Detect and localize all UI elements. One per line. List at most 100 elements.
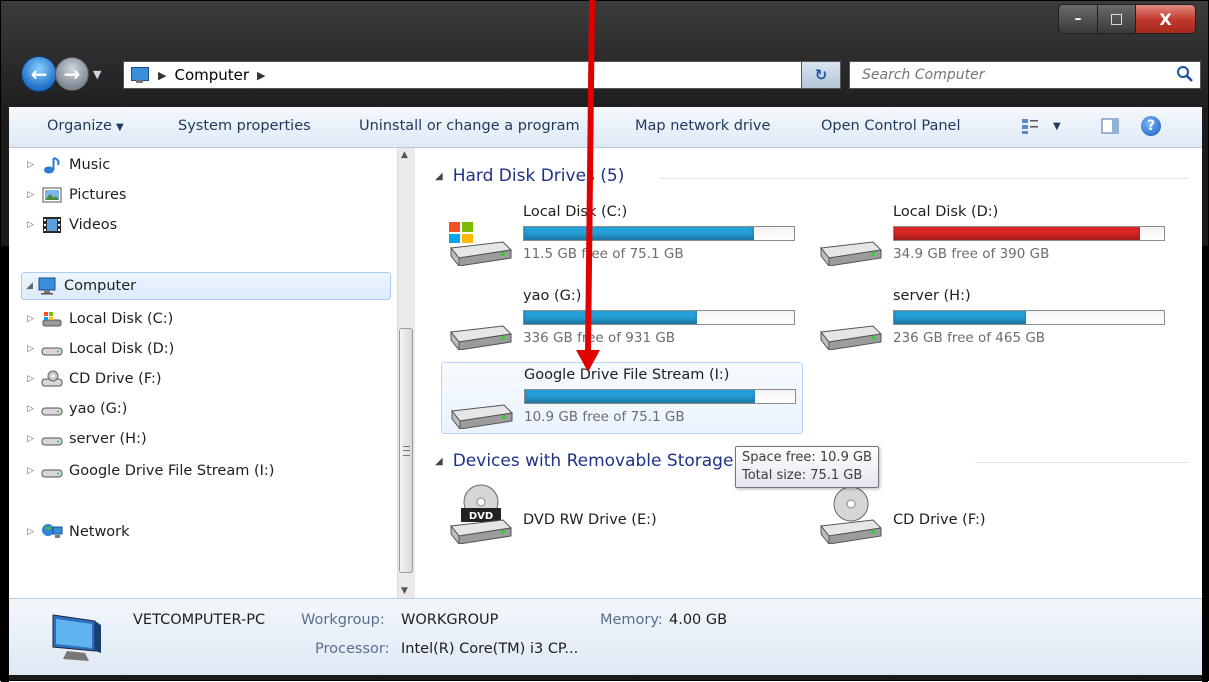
collapse-icon[interactable]: ◢: [435, 171, 443, 182]
cd-drive-icon: [41, 370, 63, 387]
scroll-up-arrow-icon[interactable]: ▲: [401, 150, 408, 160]
organize-menu[interactable]: Organize ▼: [47, 118, 124, 134]
removable-storage-header[interactable]: ◢ Devices with Removable Storage (2): [435, 451, 763, 471]
forward-button[interactable]: →: [55, 57, 89, 91]
sidebar-item-local-disk-d[interactable]: ▷ Local Disk (D:): [27, 338, 174, 360]
sidebar-item-pictures[interactable]: ▷ Pictures: [27, 184, 126, 206]
sidebar-item-cd-drive-f[interactable]: ▷ CD Drive (F:): [27, 368, 162, 390]
drive-free-space: 11.5 GB free of 75.1 GB: [523, 246, 684, 262]
drive-icon: [41, 469, 63, 478]
scrollbar-thumb[interactable]: [399, 328, 413, 573]
expand-icon[interactable]: ▷: [27, 434, 41, 444]
drive-name: server (H:): [893, 288, 971, 304]
drive-name: CD Drive (F:): [893, 512, 986, 528]
drive-tile-local-disk-d[interactable]: Local Disk (D:) 34.9 GB free of 390 GB: [811, 200, 1173, 272]
sidebar-item-videos[interactable]: ▷ Videos: [27, 214, 117, 236]
open-control-panel-button[interactable]: Open Control Panel: [821, 118, 960, 134]
drive-name: Local Disk (C:): [523, 204, 628, 220]
sidebar-item-label: Computer: [64, 278, 137, 294]
expand-icon[interactable]: ▷: [27, 190, 41, 200]
drive-tile-local-disk-c[interactable]: Local Disk (C:) 11.5 GB free of 75.1 GB: [441, 200, 803, 272]
drive-tile-google-drive-i[interactable]: Google Drive File Stream (I:) 10.9 GB fr…: [441, 362, 803, 434]
search-icon[interactable]: [1176, 65, 1194, 83]
drive-tile-yao-g[interactable]: yao (G:) 336 GB free of 931 GB: [441, 284, 803, 356]
drive-name: Google Drive File Stream (I:): [524, 367, 730, 383]
expand-icon[interactable]: ▷: [27, 527, 41, 537]
expand-icon[interactable]: ▷: [27, 344, 41, 354]
drive-free-space: 34.9 GB free of 390 GB: [893, 246, 1050, 262]
sidebar-item-server-h[interactable]: ▷ server (H:): [27, 428, 147, 450]
expand-icon[interactable]: ▷: [27, 160, 41, 170]
expand-icon[interactable]: ▷: [27, 314, 41, 324]
drive-usage-bar: [524, 389, 796, 404]
processor-label: Processor:: [315, 641, 390, 657]
preview-pane-icon[interactable]: [1101, 117, 1119, 135]
expand-icon[interactable]: ▷: [27, 374, 41, 384]
memory-value: 4.00 GB: [669, 612, 728, 628]
system-properties-button[interactable]: System properties: [178, 118, 311, 134]
recent-pages-dropdown-icon[interactable]: ▼: [93, 68, 101, 81]
navigation-scrollbar[interactable]: ▲ ▼: [397, 148, 415, 598]
tooltip-total-size: Total size: 75.1 GB: [742, 468, 863, 483]
window-frame-left: [1, 246, 9, 682]
refresh-icon: ↻: [814, 66, 828, 84]
hard-disk-drives-header[interactable]: ◢ Hard Disk Drives (5): [435, 166, 624, 186]
breadcrumb-separator-icon[interactable]: ▶: [257, 69, 265, 82]
collapse-icon[interactable]: ◢: [26, 281, 36, 291]
sidebar-item-local-disk-c[interactable]: ▷ Local Disk (C:): [27, 308, 173, 330]
breadcrumb-separator-icon[interactable]: ▶: [158, 69, 166, 82]
maximize-button[interactable]: □: [1098, 4, 1136, 34]
sidebar-item-google-drive-i[interactable]: ▷ Google Drive File Stream (I:): [27, 460, 274, 482]
sidebar-item-label: Network: [69, 524, 130, 540]
refresh-button[interactable]: ↻: [801, 61, 841, 89]
sidebar-item-yao-g[interactable]: ▷ yao (G:): [27, 398, 127, 420]
change-view-icon[interactable]: [1021, 117, 1039, 135]
computer-name: VETCOMPUTER-PC: [133, 612, 266, 628]
processor-value: Intel(R) Core(TM) i3 CP...: [401, 641, 579, 657]
music-icon: [44, 157, 60, 174]
command-bar: Organize ▼ System properties Uninstall or…: [9, 107, 1202, 148]
network-icon: [42, 524, 63, 538]
expand-icon[interactable]: ▷: [27, 220, 41, 230]
sidebar-item-label: yao (G:): [69, 401, 128, 417]
drive-icon: [41, 437, 63, 446]
scroll-down-arrow-icon[interactable]: ▼: [401, 586, 408, 596]
search-input[interactable]: [860, 66, 1164, 84]
address-bar[interactable]: ▶ Computer ▶ ▼: [123, 61, 833, 89]
sidebar-item-music[interactable]: ▷ Music: [27, 154, 110, 176]
back-button[interactable]: ←: [21, 56, 57, 92]
sidebar-item-network[interactable]: ▷ Network: [27, 521, 130, 543]
drive-free-space: 336 GB free of 931 GB: [523, 330, 676, 346]
drive-icon: [41, 407, 63, 416]
tooltip-space-free: Space free: 10.9 GB: [742, 450, 872, 465]
drive-tile-server-h[interactable]: server (H:) 236 GB free of 465 GB: [811, 284, 1173, 356]
breadcrumb-computer[interactable]: Computer: [174, 66, 249, 84]
back-arrow-icon: ←: [30, 62, 48, 86]
uninstall-program-button[interactable]: Uninstall or change a program: [359, 118, 580, 134]
map-network-drive-button[interactable]: Map network drive: [635, 118, 770, 134]
view-dropdown-icon[interactable]: ▼: [1053, 121, 1061, 132]
sidebar-item-computer[interactable]: ◢ Computer: [21, 272, 391, 300]
computer-icon: [128, 66, 150, 84]
minimize-button[interactable]: –: [1058, 4, 1098, 34]
windows-drive-icon: [449, 222, 513, 266]
sidebar-item-label: Music: [69, 157, 111, 173]
drive-tile-dvd-rw-e[interactable]: DVD DVD RW Drive (E:): [441, 478, 803, 550]
search-box[interactable]: [849, 61, 1201, 89]
window-frame-right: [1202, 246, 1208, 682]
collapse-icon[interactable]: ◢: [435, 456, 443, 467]
details-pane: VETCOMPUTER-PC Workgroup: WORKGROUP Memo…: [9, 598, 1202, 675]
help-icon[interactable]: ?: [1141, 116, 1161, 136]
sidebar-item-label: Pictures: [69, 187, 127, 203]
expand-icon[interactable]: ▷: [27, 404, 41, 414]
expand-icon[interactable]: ▷: [27, 466, 41, 476]
content-pane: ◢ Hard Disk Drives (5) Local Disk (C:) 1…: [415, 148, 1202, 598]
drive-name: yao (G:): [523, 288, 582, 304]
organize-dropdown-icon: ▼: [115, 122, 124, 133]
close-button[interactable]: X: [1136, 4, 1196, 34]
drive-free-space: 10.9 GB free of 75.1 GB: [524, 409, 685, 425]
workgroup-value: WORKGROUP: [401, 612, 499, 628]
drive-tile-cd-drive-f[interactable]: CD Drive (F:): [811, 478, 1173, 550]
sidebar-item-label: Google Drive File Stream (I:): [69, 463, 275, 479]
explorer-window: – □ X ← → ▼ ▶ Computer ▶ ▼ ↻ Organize▼ S…: [0, 0, 1209, 682]
